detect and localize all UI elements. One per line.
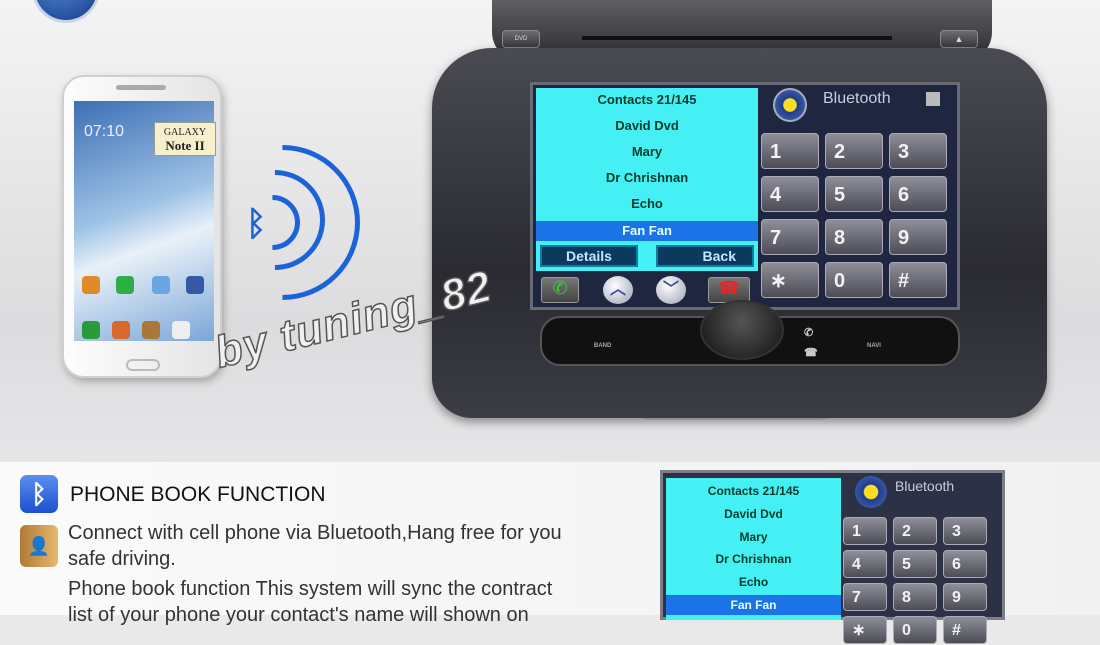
contacts-header: Contacts 21/145	[597, 92, 697, 107]
phone-app-icon	[82, 321, 100, 339]
keypad-key[interactable]: 3	[889, 133, 947, 169]
navi-button[interactable]: NAVI	[867, 343, 881, 349]
thumb-contacts-header: Contacts 21/145	[707, 484, 800, 498]
phone-clock: 07:10	[84, 123, 125, 140]
keypad-key: #	[943, 616, 987, 644]
contacts-book-icon: 👤	[20, 525, 58, 567]
scroll-down-button[interactable]: ﹀	[656, 276, 686, 304]
bluetooth-badge-icon	[773, 88, 807, 122]
details-button[interactable]: Details	[540, 245, 638, 267]
band-button[interactable]: BAND	[594, 343, 611, 349]
badge-line2: Note II	[165, 138, 205, 153]
home-button	[126, 359, 160, 371]
keypad-key: 1	[843, 517, 887, 545]
contact-item[interactable]: Mary	[536, 144, 758, 159]
bluetooth-title: Bluetooth	[823, 90, 891, 107]
contact-item-selected[interactable]: Fan Fan	[536, 221, 758, 241]
feature-title: PHONE BOOK FUNCTION	[70, 483, 326, 506]
app-icon	[186, 276, 204, 294]
keypad-key[interactable]: 2	[825, 133, 883, 169]
keypad-key: 9	[943, 583, 987, 611]
galaxy-note-badge: GALAXY Note II	[154, 122, 216, 156]
contact-item[interactable]: David Dvd	[536, 118, 758, 133]
smartphone-image: 07:10 GALAXY Note II	[62, 75, 222, 378]
screen-thumbnail: Contacts 21/145 David Dvd Mary Dr Chrish…	[660, 470, 1005, 644]
feature-description-line: Phone book function This system will syn…	[68, 578, 553, 600]
eject-button[interactable]: ▲	[940, 30, 978, 48]
thumb-keypad: 1 2 3 4 5 6 7 8 9 ∗ 0 #	[843, 517, 998, 644]
keypad-key: 3	[943, 517, 987, 545]
speaker-grille	[116, 85, 166, 90]
keypad-key[interactable]: 6	[889, 176, 947, 212]
contact-actions: Details Back	[536, 241, 758, 271]
thumb-bluetooth-title: Bluetooth	[895, 478, 955, 494]
keypad-key: 6	[943, 550, 987, 578]
home-icon[interactable]	[926, 92, 940, 106]
bluetooth-icon: ᛒ	[20, 475, 58, 513]
keypad-key[interactable]: 4	[761, 176, 819, 212]
answer-button[interactable]: ✆	[804, 326, 813, 339]
volume-knob[interactable]	[700, 300, 784, 360]
thumb-contact-item: Mary	[739, 530, 768, 544]
keypad-key[interactable]: #	[889, 262, 947, 298]
app-icon	[152, 276, 170, 294]
head-unit-screen: Contacts 21/145 David Dvd Mary Dr Chrish…	[530, 82, 960, 310]
disc-slot	[582, 36, 892, 40]
keypad-key[interactable]: 8	[825, 219, 883, 255]
feature-description-line: safe driving.	[68, 548, 176, 570]
keypad-key: 4	[843, 550, 887, 578]
keypad-key: 5	[893, 550, 937, 578]
phone-screen: 07:10 GALAXY Note II	[74, 101, 216, 341]
feature-description-line: Connect with cell phone via Bluetooth,Ha…	[68, 522, 562, 544]
app-icon	[142, 321, 160, 339]
contact-item[interactable]: Echo	[536, 196, 758, 211]
scroll-up-button[interactable]: ︿	[603, 276, 633, 304]
end-call-button[interactable]: ☎	[804, 346, 818, 359]
call-button[interactable]: ✆	[541, 277, 579, 303]
keypad-key: 7	[843, 583, 887, 611]
keypad-key[interactable]: ∗	[761, 262, 819, 298]
thumb-contact-selected: Fan Fan	[666, 595, 841, 615]
thumb-contact-item: Echo	[738, 575, 769, 589]
thumb-contact-item: David Dvd	[724, 507, 783, 521]
thumb-bluetooth-icon	[855, 476, 887, 508]
keypad-key[interactable]: 5	[825, 176, 883, 212]
contact-item[interactable]: Dr Chrishnan	[536, 170, 758, 185]
app-icon	[82, 276, 100, 294]
keypad-key: 0	[893, 616, 937, 644]
keypad-key: 2	[893, 517, 937, 545]
dial-keypad: 1 2 3 4 5 6 7 8 9 ∗ 0 #	[761, 133, 956, 305]
keypad-key[interactable]: 0	[825, 262, 883, 298]
back-button[interactable]: Back	[656, 245, 754, 267]
app-icon	[116, 276, 134, 294]
keypad-key[interactable]: 9	[889, 219, 947, 255]
keypad-key[interactable]: 1	[761, 133, 819, 169]
keypad-key[interactable]: 7	[761, 219, 819, 255]
feature-description-line: list of your phone your contact's name w…	[68, 604, 529, 626]
calendar-app-icon	[172, 321, 190, 339]
keypad-key: 8	[893, 583, 937, 611]
keypad-key: ∗	[843, 616, 887, 644]
thumb-contact-item: Dr Chrishnan	[715, 552, 792, 566]
contacts-list: Contacts 21/145 David Dvd Mary Dr Chrish…	[536, 88, 758, 241]
thumb-contacts-list: Contacts 21/145 David Dvd Mary Dr Chrish…	[666, 478, 841, 620]
contacts-app-icon	[112, 321, 130, 339]
dvd-button[interactable]: DVD	[502, 30, 540, 48]
